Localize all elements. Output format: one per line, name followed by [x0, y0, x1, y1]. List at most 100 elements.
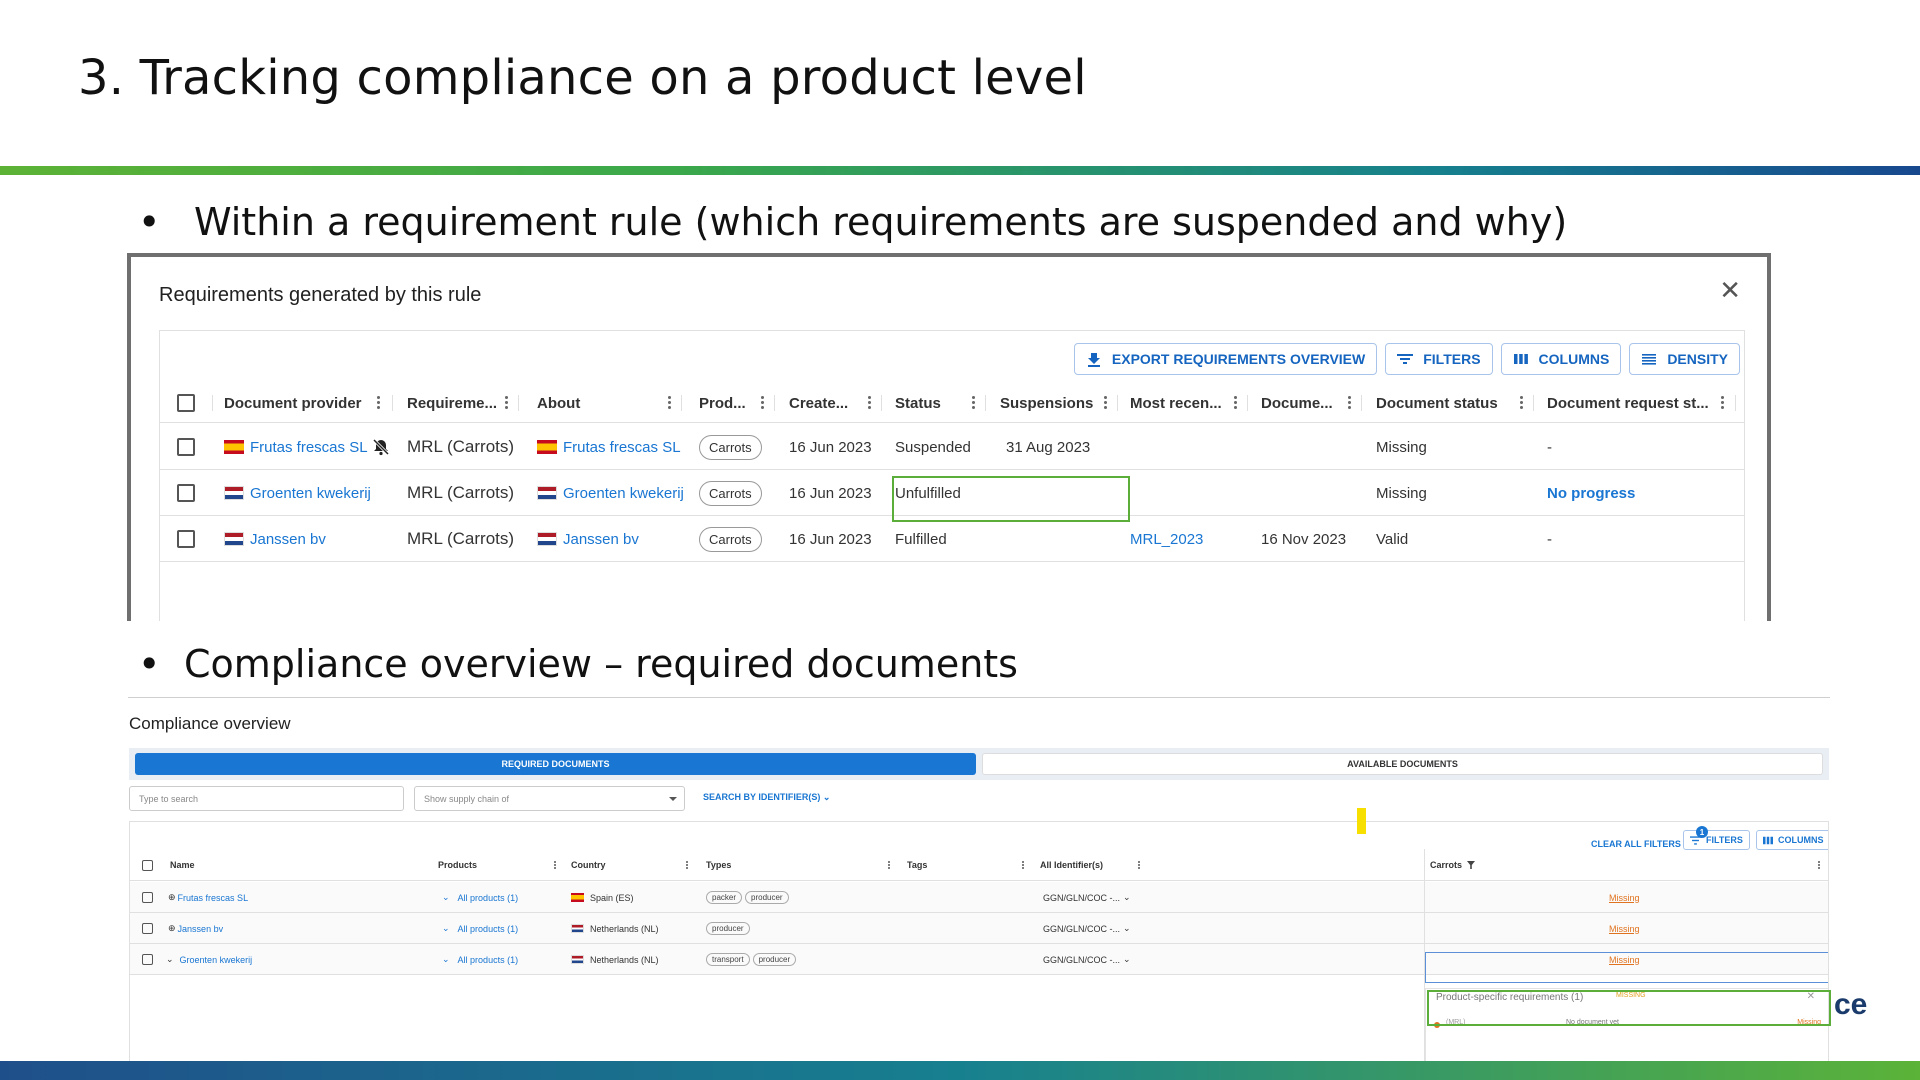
identifier-cell[interactable]: GGN/GLN/COC -... ⌄	[1043, 882, 1131, 913]
table-row[interactable]: ⊕ Janssen bv ⌄ All products (1) Netherland…	[130, 913, 1828, 944]
about-link[interactable]: Groenten kwekerij	[563, 485, 684, 502]
search-input[interactable]: Type to search	[129, 786, 404, 811]
about-link[interactable]: Janssen bv	[563, 531, 639, 548]
grid-header: Name Products Country Types Tags All Ide…	[130, 849, 1828, 881]
row-checkbox[interactable]	[177, 484, 195, 502]
column-menu-icon[interactable]	[1520, 394, 1524, 412]
identifier-cell[interactable]: GGN/GLN/COC -... ⌄	[1043, 944, 1131, 975]
row-checkbox[interactable]	[142, 892, 153, 903]
chevron-down-icon: ⌄	[822, 792, 831, 802]
products-cell[interactable]: ⌄ All products (1)	[442, 882, 518, 913]
identifier-cell[interactable]: GGN/GLN/COC -... ⌄	[1043, 913, 1131, 944]
columns-button[interactable]: COLUMNS	[1500, 343, 1622, 375]
tab-available-documents[interactable]: AVAILABLE DOCUMENTS	[982, 753, 1823, 775]
col-product[interactable]: Prod...	[699, 383, 746, 423]
tab-bar: REQUIRED DOCUMENTS AVAILABLE DOCUMENTS	[129, 748, 1829, 780]
close-icon[interactable]: ✕	[1719, 277, 1741, 303]
missing-link[interactable]: Missing	[1609, 924, 1640, 934]
col-tags[interactable]: Tags	[907, 849, 927, 881]
tab-required-documents[interactable]: REQUIRED DOCUMENTS	[135, 753, 976, 775]
col-document-status[interactable]: Document status	[1376, 383, 1498, 423]
provider-link[interactable]: Frutas frescas SL	[250, 439, 368, 456]
density-button[interactable]: DENSITY	[1629, 343, 1740, 375]
column-menu-icon[interactable]	[972, 394, 976, 412]
column-menu-icon[interactable]	[761, 394, 765, 412]
select-all-checkbox[interactable]	[142, 860, 153, 871]
request-status-link[interactable]: No progress	[1547, 470, 1635, 516]
table-row[interactable]: ⊕ Frutas frescas SL ⌄ All products (1) Spa…	[130, 882, 1828, 913]
most-recent-link[interactable]: MRL_2023	[1130, 516, 1203, 562]
column-menu-icon[interactable]	[377, 394, 381, 412]
chevron-down-icon: ⌄	[442, 892, 450, 902]
grid-toolbar: EXPORT REQUIREMENTS OVERVIEW FILTERS COL…	[1073, 343, 1740, 375]
products-cell[interactable]: ⌄ All products (1)	[442, 913, 518, 944]
provider-link[interactable]: Janssen bv	[250, 531, 326, 548]
created-cell: 16 Jun 2023	[789, 530, 872, 548]
column-menu-icon[interactable]	[868, 394, 872, 412]
name-link[interactable]: Frutas frescas SL	[178, 893, 249, 903]
column-menu-icon[interactable]	[1104, 394, 1108, 412]
missing-link[interactable]: Missing	[1609, 893, 1640, 903]
col-about[interactable]: About	[537, 383, 580, 423]
request-status-cell: -	[1547, 438, 1552, 456]
table-row[interactable]: Janssen bv MRL (Carrots) Janssen bv Carr…	[160, 516, 1744, 562]
column-menu-icon[interactable]	[1138, 860, 1141, 871]
bullet-dot: •	[138, 200, 161, 244]
bullet-text: Compliance overview – required documents	[184, 642, 1018, 686]
row-checkbox[interactable]	[177, 530, 195, 548]
search-by-identifier-button[interactable]: SEARCH BY IDENTIFIER(S) ⌄	[703, 792, 830, 803]
supply-chain-select[interactable]: Show supply chain of	[414, 786, 685, 811]
col-country[interactable]: Country	[571, 849, 606, 881]
type-chip: transport	[706, 953, 750, 966]
col-requirement[interactable]: Requireme...	[407, 383, 497, 423]
products-link[interactable]: All products (1)	[458, 955, 519, 965]
product-cell: Carrots	[699, 516, 762, 562]
col-identifiers[interactable]: All Identifier(s)	[1040, 849, 1103, 881]
col-document-provider[interactable]: Document provider	[224, 383, 362, 423]
column-menu-icon[interactable]	[1721, 394, 1725, 412]
col-name[interactable]: Name	[170, 849, 195, 881]
column-menu-icon[interactable]	[686, 860, 689, 871]
export-button[interactable]: EXPORT REQUIREMENTS OVERVIEW	[1073, 343, 1378, 375]
row-checkbox[interactable]	[142, 954, 153, 965]
select-all-checkbox[interactable]	[177, 394, 195, 412]
col-most-recent[interactable]: Most recen...	[1130, 383, 1222, 423]
name-link[interactable]: Janssen bv	[178, 924, 224, 934]
col-carrots[interactable]: Carrots	[1430, 849, 1476, 881]
filters-button[interactable]: 1 FILTERS	[1683, 826, 1750, 850]
name-link[interactable]: Groenten kwekerij	[180, 955, 253, 965]
col-products[interactable]: Products	[438, 849, 477, 881]
col-types[interactable]: Types	[706, 849, 731, 881]
carrots-status-link[interactable]: Missing	[1609, 882, 1640, 913]
row-checkbox[interactable]	[142, 923, 153, 934]
products-cell[interactable]: ⌄ All products (1)	[442, 944, 518, 975]
column-menu-icon[interactable]	[1348, 394, 1352, 412]
column-menu-icon[interactable]	[1818, 860, 1821, 871]
provider-link[interactable]: Groenten kwekerij	[250, 485, 371, 502]
products-link[interactable]: All products (1)	[458, 893, 519, 903]
column-menu-icon[interactable]	[505, 394, 509, 412]
column-menu-icon[interactable]	[1022, 860, 1025, 871]
col-created[interactable]: Create...	[789, 383, 848, 423]
clear-all-filters-button[interactable]: CLEAR ALL FILTERS	[1591, 839, 1681, 849]
filters-button[interactable]: FILTERS	[1385, 343, 1493, 375]
document-date-cell: 16 Nov 2023	[1261, 530, 1347, 548]
column-menu-icon[interactable]	[554, 860, 557, 871]
row-checkbox[interactable]	[177, 438, 195, 456]
about-cell: Janssen bv	[537, 516, 639, 562]
products-link[interactable]: All products (1)	[458, 924, 519, 934]
highlight-box	[892, 476, 1130, 522]
columns-button[interactable]: COLUMNS	[1756, 830, 1828, 850]
table-row[interactable]: Frutas frescas SL MRL (Carrots) Frutas f…	[160, 424, 1744, 470]
column-menu-icon[interactable]	[1234, 394, 1238, 412]
col-suspensions[interactable]: Suspensions	[1000, 383, 1093, 423]
created-cell: 16 Jun 2023	[789, 438, 872, 456]
about-link[interactable]: Frutas frescas SL	[563, 439, 681, 456]
col-document[interactable]: Docume...	[1261, 383, 1333, 423]
col-status[interactable]: Status	[895, 383, 941, 423]
column-menu-icon[interactable]	[888, 860, 891, 871]
col-request-status[interactable]: Document request st...	[1547, 383, 1709, 423]
carrots-status-link[interactable]: Missing	[1609, 913, 1640, 944]
column-menu-icon[interactable]	[668, 394, 672, 412]
density-icon	[1642, 354, 1657, 365]
